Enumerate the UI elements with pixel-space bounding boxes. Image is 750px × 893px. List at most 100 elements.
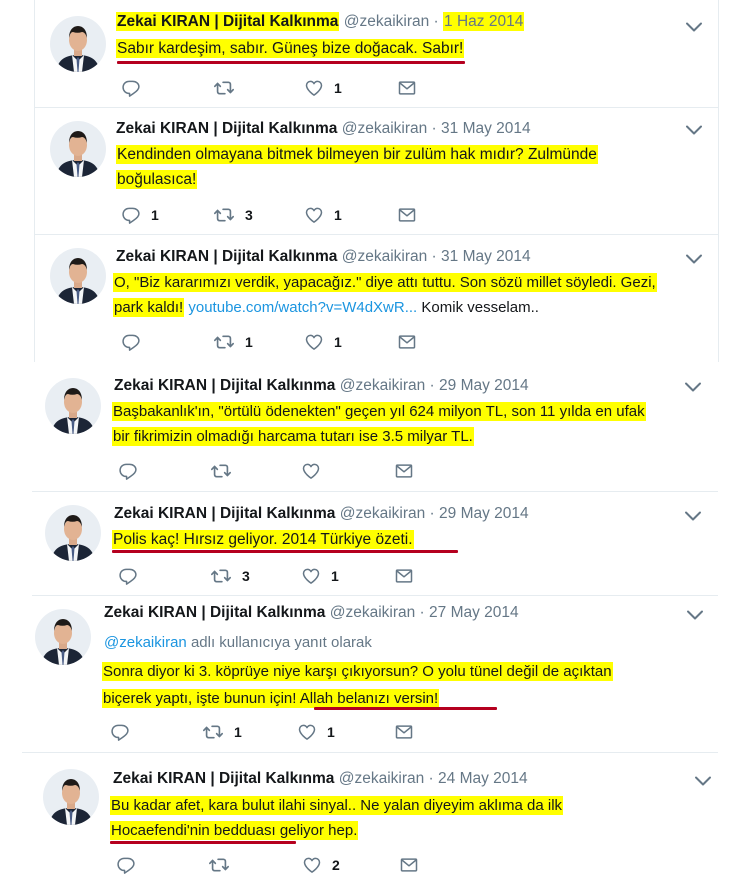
- caret-down-icon[interactable]: [685, 252, 703, 266]
- tweet-date[interactable]: 29 May 2014: [439, 377, 529, 394]
- red-underline: [314, 707, 497, 710]
- caret-down-icon[interactable]: [694, 774, 712, 788]
- dm-button[interactable]: [394, 459, 414, 483]
- tweet-link[interactable]: youtube.com/watch?v=W4dXwR...: [188, 299, 417, 316]
- separator: ·: [429, 377, 435, 394]
- like-button[interactable]: 1: [301, 564, 339, 588]
- tweet-date[interactable]: 29 May 2014: [439, 505, 529, 522]
- like-button[interactable]: 1: [304, 330, 342, 354]
- retweet-count: 3: [242, 568, 250, 584]
- retweet-icon: [210, 565, 232, 587]
- author-name[interactable]: Zekai KIRAN | Dijital Kalkınma: [116, 12, 340, 31]
- tweet-text-line: bir fikrimizin olmadığı harcama tutarı i…: [112, 427, 474, 446]
- tweet-date[interactable]: 1 Haz 2014: [443, 12, 525, 31]
- avatar[interactable]: [50, 16, 106, 72]
- reply-button[interactable]: 1: [121, 203, 159, 227]
- author-name[interactable]: Zekai KIRAN | Dijital Kalkınma: [116, 248, 337, 265]
- reply-button[interactable]: [121, 76, 151, 100]
- separator: ·: [429, 505, 435, 522]
- caret-down-icon[interactable]: [685, 20, 703, 34]
- dm-button[interactable]: [394, 564, 414, 588]
- like-count: 1: [334, 207, 342, 223]
- author-name[interactable]: Zekai KIRAN | Dijital Kalkınma: [114, 505, 335, 522]
- tweet-text-line: park kaldı!: [113, 298, 185, 317]
- retweet-button[interactable]: [208, 853, 240, 877]
- retweet-button[interactable]: 3: [213, 203, 253, 227]
- tweet-text-line: Başbakanlık'ın, "örtülü ödenekten" geçen…: [112, 402, 646, 421]
- like-count: 2: [332, 857, 340, 873]
- dm-icon: [397, 205, 417, 225]
- tweet-text-line: Sabır kardeşim, sabır. Güneş bize doğaca…: [116, 39, 465, 58]
- reply-context: @zekaikiran adlı kullanıcıya yanıt olara…: [104, 634, 372, 651]
- retweet-count: 3: [245, 207, 253, 223]
- author-handle[interactable]: @zekaikiran: [342, 248, 428, 265]
- reply-button[interactable]: [116, 853, 146, 877]
- caret-down-icon[interactable]: [685, 123, 703, 137]
- caret-down-icon[interactable]: [684, 509, 702, 523]
- avatar[interactable]: [43, 769, 99, 825]
- avatar[interactable]: [50, 121, 106, 177]
- author-name[interactable]: Zekai KIRAN | Dijital Kalkınma: [116, 120, 337, 137]
- tweet-date[interactable]: 27 May 2014: [429, 604, 519, 621]
- tweet-text: Sabır kardeşim, sabır. Güneş bize doğaca…: [116, 36, 706, 61]
- dm-button[interactable]: [399, 853, 419, 877]
- tweet[interactable]: Zekai KIRAN | Dijital Kalkınma @zekaikir…: [34, 0, 719, 108]
- retweet-button[interactable]: [213, 76, 245, 100]
- separator: ·: [431, 120, 437, 137]
- avatar[interactable]: [45, 378, 101, 434]
- tweet[interactable]: Zekai KIRAN | Dijital Kalkınma @zekaikir…: [34, 108, 719, 235]
- author-name[interactable]: Zekai KIRAN | Dijital Kalkınma: [114, 377, 335, 394]
- tweet[interactable]: Zekai KIRAN | Dijital Kalkınma @zekaikir…: [32, 362, 718, 492]
- author-name[interactable]: Zekai KIRAN | Dijital Kalkınma: [104, 604, 325, 621]
- tweet-date[interactable]: 24 May 2014: [438, 770, 528, 787]
- retweet-button[interactable]: 3: [210, 564, 250, 588]
- tweet-header: Zekai KIRAN | Dijital Kalkınma @zekaikir…: [113, 769, 528, 789]
- tweet-text-line: Polis kaç! Hırsız geliyor. 2014 Türkiye …: [112, 530, 414, 549]
- author-handle[interactable]: @zekaikiran: [340, 377, 426, 394]
- dm-button[interactable]: [397, 76, 417, 100]
- like-button[interactable]: 1: [304, 203, 342, 227]
- avatar[interactable]: [35, 609, 91, 665]
- separator: ·: [433, 13, 439, 30]
- author-name[interactable]: Zekai KIRAN | Dijital Kalkınma: [113, 770, 334, 787]
- like-button[interactable]: 2: [302, 853, 340, 877]
- reply-button[interactable]: [121, 330, 151, 354]
- like-count: 1: [327, 724, 335, 740]
- caret-down-icon[interactable]: [686, 608, 704, 622]
- retweet-button[interactable]: [210, 459, 242, 483]
- author-handle[interactable]: @zekaikiran: [340, 505, 426, 522]
- tweet-text-line: boğulasıca!: [116, 170, 198, 189]
- tweet[interactable]: Zekai KIRAN | Dijital Kalkınma @zekaikir…: [34, 235, 719, 362]
- dm-button[interactable]: [397, 203, 417, 227]
- like-button[interactable]: 1: [304, 76, 342, 100]
- author-handle[interactable]: @zekaikiran: [342, 120, 428, 137]
- tweet[interactable]: Zekai KIRAN | Dijital Kalkınma @zekaikir…: [22, 596, 718, 753]
- tweet-header: Zekai KIRAN | Dijital Kalkınma @zekaikir…: [116, 12, 525, 32]
- tweet[interactable]: Zekai KIRAN | Dijital Kalkınma @zekaikir…: [32, 492, 718, 596]
- like-button[interactable]: 1: [297, 720, 335, 744]
- reply-button[interactable]: [118, 459, 148, 483]
- dm-icon: [394, 722, 414, 742]
- red-underline: [117, 61, 465, 64]
- caret-down-icon[interactable]: [684, 380, 702, 394]
- tweet-date[interactable]: 31 May 2014: [441, 248, 531, 265]
- tweet[interactable]: Zekai KIRAN | Dijital Kalkınma @zekaikir…: [30, 753, 730, 893]
- like-button[interactable]: [301, 459, 331, 483]
- retweet-icon: [202, 721, 224, 743]
- reply-button[interactable]: [110, 720, 140, 744]
- author-handle[interactable]: @zekaikiran: [344, 13, 430, 30]
- avatar[interactable]: [45, 505, 101, 561]
- author-handle[interactable]: @zekaikiran: [339, 770, 425, 787]
- tweet-actions: 2: [116, 853, 436, 877]
- retweet-button[interactable]: 1: [202, 720, 242, 744]
- avatar[interactable]: [50, 248, 106, 304]
- reply-count: 1: [151, 207, 159, 223]
- dm-button[interactable]: [397, 330, 417, 354]
- reply-to-handle[interactable]: @zekaikiran: [104, 634, 187, 651]
- author-handle[interactable]: @zekaikiran: [330, 604, 416, 621]
- like-icon: [297, 722, 317, 742]
- dm-button[interactable]: [394, 720, 414, 744]
- retweet-button[interactable]: 1: [213, 330, 253, 354]
- reply-button[interactable]: [118, 564, 148, 588]
- tweet-date[interactable]: 31 May 2014: [441, 120, 531, 137]
